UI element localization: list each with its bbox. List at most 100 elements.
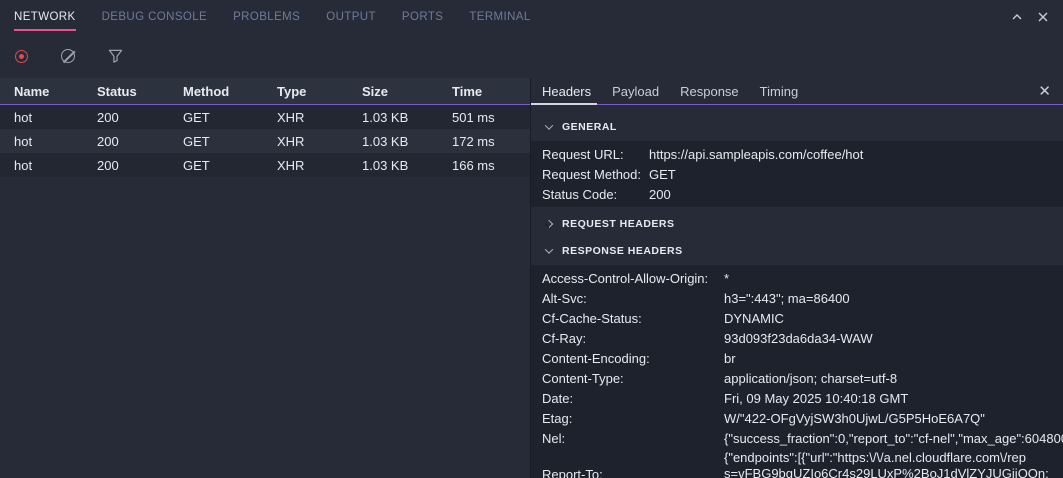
- details-tab-bar: Headers Payload Response Timing ✕: [531, 78, 1063, 105]
- header-value: W/"422-OFgVyjSW3h0UjwL/G5P5HoE6A7Q": [724, 411, 1063, 426]
- header-row: Request URL:https://api.sampleapis.com/c…: [531, 144, 1063, 164]
- header-key: Etag:: [542, 411, 724, 426]
- chevron-down-icon: [545, 121, 553, 129]
- requests-table-header: NameStatusMethodTypeSizeTime: [0, 78, 530, 105]
- table-row[interactable]: hot200GETXHR1.03 KB172 ms: [0, 129, 530, 153]
- header-key: Content-Type:: [542, 371, 724, 386]
- close-icon[interactable]: ✕: [1026, 84, 1063, 99]
- header-key: Request URL:: [542, 147, 649, 162]
- header-value: 200: [649, 187, 1063, 202]
- header-value: Fri, 09 May 2025 10:40:18 GMT: [724, 391, 1063, 406]
- panel-tab-output[interactable]: OUTPUT: [326, 0, 376, 34]
- cell-method: GET: [183, 110, 277, 125]
- chevron-right-icon: [545, 220, 553, 228]
- cell-time: 501 ms: [452, 110, 530, 125]
- header-row: Cf-Cache-Status:DYNAMIC: [531, 308, 1063, 328]
- requests-table-body: hot200GETXHR1.03 KB501 mshot200GETXHR1.0…: [0, 105, 530, 177]
- cell-name: hot: [14, 158, 97, 173]
- cell-status: 200: [97, 158, 183, 173]
- header-row: Alt-Svc:h3=":443"; ma=86400: [531, 288, 1063, 308]
- cell-type: XHR: [277, 134, 362, 149]
- section-title: REQUEST HEADERS: [562, 218, 675, 230]
- header-key: Cf-Ray:: [542, 331, 724, 346]
- clear-icon-glyph: [61, 49, 75, 63]
- header-row: Access-Control-Allow-Origin:*: [531, 268, 1063, 288]
- column-header-status: Status: [97, 84, 183, 99]
- section-title: RESPONSE HEADERS: [562, 245, 683, 257]
- cell-method: GET: [183, 158, 277, 173]
- header-value: https://api.sampleapis.com/coffee/hot: [649, 147, 1063, 162]
- header-key: Cf-Cache-Status:: [542, 311, 724, 326]
- requests-table: NameStatusMethodTypeSizeTime hot200GETXH…: [0, 78, 530, 478]
- record-icon[interactable]: [8, 43, 34, 69]
- details-tabs: Headers Payload Response Timing: [542, 78, 819, 104]
- tab-headers[interactable]: Headers: [542, 78, 591, 104]
- section-header-general[interactable]: GENERAL: [531, 117, 1063, 137]
- cell-status: 200: [97, 110, 183, 125]
- header-key: Content-Encoding:: [542, 351, 724, 366]
- column-header-name: Name: [14, 84, 97, 99]
- header-value: DYNAMIC: [724, 311, 1063, 326]
- filter-icon[interactable]: [102, 43, 128, 69]
- header-value: br: [724, 351, 1063, 366]
- header-row: Date:Fri, 09 May 2025 10:40:18 GMT: [531, 388, 1063, 408]
- cell-name: hot: [14, 134, 97, 149]
- header-row: Status Code:200: [531, 184, 1063, 204]
- header-value: *: [724, 271, 1063, 286]
- tab-response[interactable]: Response: [680, 78, 739, 104]
- panel-tabs: NETWORK DEBUG CONSOLE PROBLEMS OUTPUT PORTS T…: [14, 0, 531, 34]
- header-row: Cf-Ray:93d093f23da6da34-WAW: [531, 328, 1063, 348]
- cell-time: 172 ms: [452, 134, 530, 149]
- header-key: Nel:: [542, 431, 724, 446]
- close-icon[interactable]: [1037, 11, 1049, 23]
- header-value: {"endpoints":[{"url":"https:\/\/a.nel.cl…: [724, 448, 1063, 478]
- panel-tab-bar: NETWORK DEBUG CONSOLE PROBLEMS OUTPUT PORTS T…: [0, 0, 1063, 34]
- column-header-type: Type: [277, 84, 362, 99]
- cell-size: 1.03 KB: [362, 158, 452, 173]
- cell-type: XHR: [277, 110, 362, 125]
- header-value: 93d093f23da6da34-WAW: [724, 331, 1063, 346]
- section-body-general: Request URL:https://api.sampleapis.com/c…: [531, 141, 1063, 207]
- network-devtools-panel: NETWORK DEBUG CONSOLE PROBLEMS OUTPUT PORTS T…: [0, 0, 1063, 478]
- header-row: Etag:W/"422-OFgVyjSW3h0UjwL/G5P5HoE6A7Q": [531, 408, 1063, 428]
- cell-time: 166 ms: [452, 158, 530, 173]
- section-header-request-headers[interactable]: REQUEST HEADERS: [531, 214, 1063, 234]
- request-details-panel: Headers Payload Response Timing ✕ GENERAL Re…: [530, 78, 1063, 478]
- record-icon-glyph: [15, 50, 28, 63]
- table-row[interactable]: hot200GETXHR1.03 KB166 ms: [0, 153, 530, 177]
- tab-payload[interactable]: Payload: [612, 78, 659, 104]
- panel-tab-problems[interactable]: PROBLEMS: [233, 0, 300, 34]
- panel-tab-network[interactable]: NETWORK: [14, 0, 76, 34]
- section-title: GENERAL: [562, 121, 617, 133]
- header-key: Report-To:: [542, 467, 724, 478]
- header-value: GET: [649, 167, 1063, 182]
- column-header-size: Size: [362, 84, 452, 99]
- column-header-time: Time: [452, 84, 530, 99]
- header-row: Request Method:GET: [531, 164, 1063, 184]
- cell-type: XHR: [277, 158, 362, 173]
- cell-name: hot: [14, 110, 97, 125]
- header-value: application/json; charset=utf-8: [724, 371, 1063, 386]
- table-row[interactable]: hot200GETXHR1.03 KB501 ms: [0, 105, 530, 129]
- chevron-up-icon[interactable]: [1011, 11, 1023, 23]
- network-toolbar: [0, 34, 1063, 78]
- header-key: Request Method:: [542, 167, 649, 182]
- header-row: Content-Encoding:br: [531, 348, 1063, 368]
- chevron-down-icon: [545, 245, 553, 253]
- header-value: {"success_fraction":0,"report_to":"cf-ne…: [724, 431, 1063, 446]
- header-row: Nel:{"success_fraction":0,"report_to":"c…: [531, 428, 1063, 448]
- panel-tab-terminal[interactable]: TERMINAL: [469, 0, 530, 34]
- header-row: Content-Type:application/json; charset=u…: [531, 368, 1063, 388]
- cell-size: 1.03 KB: [362, 110, 452, 125]
- section-body-response-headers: Access-Control-Allow-Origin:*Alt-Svc:h3=…: [531, 265, 1063, 478]
- clear-icon[interactable]: [55, 43, 81, 69]
- panel-tab-ports[interactable]: PORTS: [402, 0, 443, 34]
- header-key: Status Code:: [542, 187, 649, 202]
- section-header-response-headers[interactable]: RESPONSE HEADERS: [531, 241, 1063, 261]
- tab-timing[interactable]: Timing: [760, 78, 799, 104]
- header-key: Alt-Svc:: [542, 291, 724, 306]
- header-row: Report-To:{"endpoints":[{"url":"https:\/…: [531, 448, 1063, 478]
- cell-status: 200: [97, 134, 183, 149]
- panel-tab-debug-console[interactable]: DEBUG CONSOLE: [102, 0, 208, 34]
- header-value: h3=":443"; ma=86400: [724, 291, 1063, 306]
